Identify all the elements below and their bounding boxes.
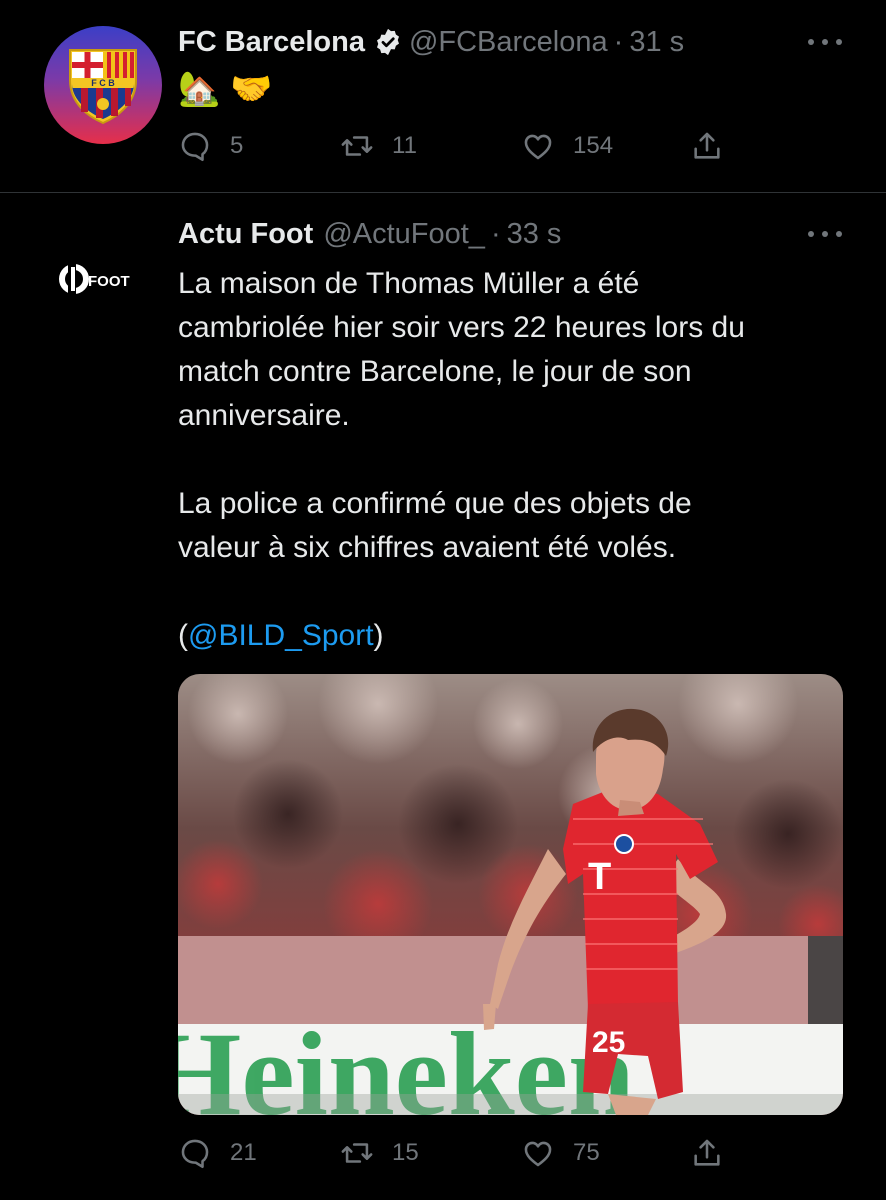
- more-options-icon[interactable]: [808, 224, 842, 244]
- timestamp[interactable]: 33 s: [507, 218, 562, 251]
- tweet-photo[interactable]: Heineken T 25: [178, 674, 843, 1115]
- heart-icon: [524, 1141, 552, 1167]
- avatar-label: FOOT: [88, 273, 130, 290]
- reply-icon: [181, 1139, 209, 1169]
- text-line: [178, 438, 838, 482]
- display-name[interactable]: Actu Foot: [178, 218, 313, 251]
- text-line: La maison de Thomas Müller a été: [178, 267, 640, 300]
- mention-link[interactable]: @BILD_Sport: [188, 619, 374, 652]
- share-icon: [694, 1139, 720, 1166]
- text-line: anniversaire.: [178, 399, 350, 432]
- sponsor-logo-icon: T: [588, 856, 611, 898]
- mention-line: (@BILD_Sport): [178, 619, 384, 652]
- retweet-icon: [341, 1143, 373, 1163]
- reply-button[interactable]: 21: [178, 1133, 257, 1173]
- tweet-header: Actu Foot @ActuFoot_ · 33 s: [178, 214, 561, 254]
- text-line: valeur à six chiffres avaient été volés.: [178, 531, 677, 564]
- text-line: La police a confirmé que des objets de: [178, 487, 692, 520]
- text-line: [178, 570, 838, 614]
- football-player-photo: Heineken T 25: [178, 674, 843, 1115]
- text-line: match contre Barcelone, le jour de son: [178, 355, 692, 388]
- like-button[interactable]: 75: [521, 1133, 600, 1173]
- club-badge-icon: [614, 834, 634, 854]
- actu-foot-logo-icon: FOOT: [59, 264, 130, 294]
- reply-count: 21: [230, 1139, 257, 1166]
- avatar[interactable]: FOOT: [44, 230, 162, 348]
- tweet-actu-foot[interactable]: FOOT Actu Foot @ActuFoot_ · 33 s La mais…: [0, 0, 886, 1169]
- like-count: 75: [573, 1139, 600, 1166]
- share-button[interactable]: [690, 1133, 742, 1173]
- separator-dot: ·: [490, 217, 501, 250]
- retweet-count: 15: [392, 1139, 419, 1166]
- jersey-number: 25: [592, 1026, 625, 1059]
- tweet-actions: 21 15 75: [178, 1133, 738, 1173]
- tweet-text: La maison de Thomas Müller a été cambrio…: [178, 262, 838, 658]
- handle[interactable]: @ActuFoot_: [323, 218, 485, 251]
- text-line: cambriolée hier soir vers 22 heures lors…: [178, 311, 745, 344]
- retweet-button[interactable]: 15: [340, 1133, 419, 1173]
